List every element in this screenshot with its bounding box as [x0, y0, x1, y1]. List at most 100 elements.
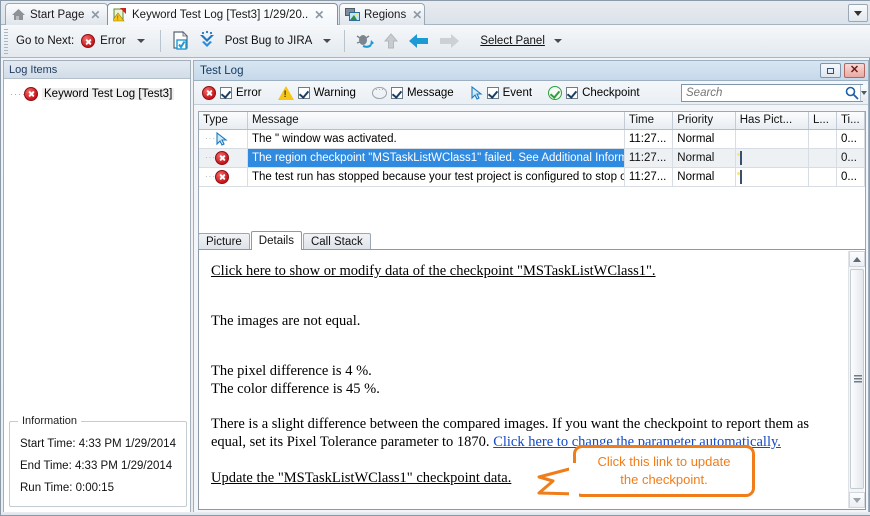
cell-ti: 0... [836, 148, 866, 168]
cell-ti: 0... [836, 129, 866, 149]
chevron-down-icon[interactable] [323, 39, 332, 43]
cell-link [808, 148, 837, 168]
search-input[interactable] [682, 85, 844, 101]
table-row[interactable]: ··· The " window was activated. 11:27...… [199, 129, 866, 149]
test-log-caption-label: Test Log [200, 64, 244, 77]
cell-message: The " window was activated. [247, 129, 625, 149]
close-icon[interactable]: ✕ [90, 9, 100, 21]
tab-details[interactable]: Details [250, 231, 302, 250]
tab-keyword-test-log[interactable]: ! Keyword Test Log [Test3] 1/29/20.. ✕ [107, 3, 338, 25]
images-not-equal-text: The images are not equal. [211, 313, 361, 329]
tree-node-label: Keyword Test Log [Test3] [42, 87, 175, 100]
filter-checkpoint-label: Checkpoint [582, 86, 640, 99]
export-log-icon[interactable] [170, 30, 192, 52]
up-arrow-icon[interactable] [380, 30, 402, 52]
column-header-time[interactable]: Time [624, 112, 674, 130]
callout-line-2: the checkpoint. [620, 472, 708, 487]
column-header-has-picture[interactable]: Has Pict... [735, 112, 809, 130]
log-grid-table: Type Message Time Priority Has Pict... L… [199, 112, 866, 187]
filter-warning-label: Warning [313, 86, 356, 99]
column-header-time-short[interactable]: Ti... [836, 112, 866, 130]
event-icon [470, 85, 483, 100]
chevron-down-icon[interactable] [554, 38, 563, 43]
cell-time: 11:27... [624, 167, 674, 187]
tab-regions[interactable]: Regions ✕ [339, 3, 425, 25]
color-difference-text: The color difference is 45 %. [211, 381, 380, 397]
link-show-modify-checkpoint[interactable]: Click here to show or modify data of the… [211, 263, 837, 279]
information-box: Information Start Time: 4:33 PM 1/29/201… [9, 415, 187, 507]
filter-event[interactable]: Event [470, 85, 532, 100]
table-row[interactable]: ··· The test run has stopped because you… [199, 167, 866, 187]
tab-start-page[interactable]: Start Page ✕ [5, 3, 108, 25]
tab-picture[interactable]: Picture [198, 233, 250, 250]
scrollbar-thumb[interactable] [850, 269, 864, 489]
cell-link [808, 129, 837, 149]
filter-checkpoint-checkbox[interactable] [566, 86, 579, 99]
chevron-down-icon[interactable] [136, 39, 145, 43]
bug-go-icon[interactable] [354, 30, 376, 52]
chevron-down-icon [861, 91, 867, 95]
cell-type: ··· [199, 129, 248, 149]
close-icon[interactable]: ✕ [314, 9, 324, 21]
scroll-down-button[interactable] [849, 492, 865, 508]
go-to-next-error-button[interactable]: Error [79, 28, 153, 55]
picture-icon[interactable] [739, 169, 742, 184]
information-legend: Information [18, 415, 82, 427]
restore-button[interactable] [820, 63, 841, 78]
status-bar [1, 512, 870, 515]
tree-connector-icon: ··· [205, 153, 216, 162]
filter-warning-checkbox[interactable] [297, 86, 310, 99]
cell-has-picture [735, 167, 809, 187]
cell-priority: Normal [672, 148, 736, 168]
details-vertical-scrollbar[interactable] [848, 251, 865, 508]
keyword-test-log-icon: ! [111, 7, 128, 22]
tree-connector-icon: ··· [205, 134, 216, 143]
scroll-up-button[interactable] [849, 251, 865, 267]
cell-type: ··· [199, 167, 248, 187]
table-row[interactable]: ··· The region checkpoint "MSTaskListWCl… [199, 148, 866, 168]
filter-warning[interactable]: Warning [277, 85, 356, 100]
search-options-dropdown[interactable] [860, 85, 867, 101]
column-header-link[interactable]: L... [808, 112, 837, 130]
tolerance-paragraph-prefix: equal, set its Pixel Tolerance parameter… [211, 434, 494, 450]
error-icon [24, 86, 38, 101]
filter-error[interactable]: Error [202, 85, 262, 100]
warning-icon [277, 85, 294, 100]
select-panel-button[interactable]: Select Panel [480, 35, 563, 47]
close-icon[interactable]: ✕ [412, 9, 422, 21]
log-items-caption: Log Items [4, 61, 190, 79]
filter-message-checkbox[interactable] [390, 86, 403, 99]
back-arrow-icon[interactable] [406, 30, 432, 52]
tab-call-stack[interactable]: Call Stack [302, 233, 371, 250]
column-header-type[interactable]: Type [199, 112, 248, 130]
toolbar-separator [344, 30, 346, 52]
cell-time: 11:27... [624, 129, 674, 149]
close-button[interactable]: ✕ [844, 63, 865, 78]
toolbar-grip[interactable] [4, 29, 8, 54]
tree-node-root[interactable]: ···· Keyword Test Log [Test3] [10, 85, 190, 102]
search-box[interactable] [681, 84, 867, 102]
tab-list-dropdown-button[interactable] [848, 4, 868, 22]
column-header-priority[interactable]: Priority [672, 112, 736, 130]
cell-priority: Normal [672, 129, 736, 149]
picture-icon[interactable] [739, 150, 742, 165]
grid-header-row: Type Message Time Priority Has Pict... L… [199, 112, 866, 130]
filter-checkpoint[interactable]: Checkpoint [548, 85, 640, 100]
search-icon[interactable] [844, 85, 860, 101]
filter-message[interactable]: Message [371, 84, 454, 99]
filter-message-label: Message [406, 86, 454, 99]
log-items-panel: Log Items ···· Keyword Test Log [Test3] … [3, 60, 191, 513]
error-icon [81, 34, 96, 48]
triangle-up-icon [853, 256, 861, 262]
callout-line-1: Click this link to update [597, 454, 731, 470]
filter-event-checkbox[interactable] [486, 86, 499, 99]
regions-icon [345, 7, 360, 22]
jira-icon[interactable] [196, 30, 218, 52]
test-log-panel: Test Log ✕ Error Warning Message [193, 60, 869, 513]
column-header-message[interactable]: Message [247, 112, 625, 130]
test-log-caption-bar: Test Log ✕ [194, 61, 868, 81]
error-icon [215, 169, 229, 184]
tab-strip: Start Page ✕ ! Keyword Test Log [Test3] … [1, 1, 870, 25]
main-toolbar: Go to Next: Error Post Bug to JIRA Selec… [1, 25, 870, 58]
filter-error-checkbox[interactable] [220, 86, 232, 99]
